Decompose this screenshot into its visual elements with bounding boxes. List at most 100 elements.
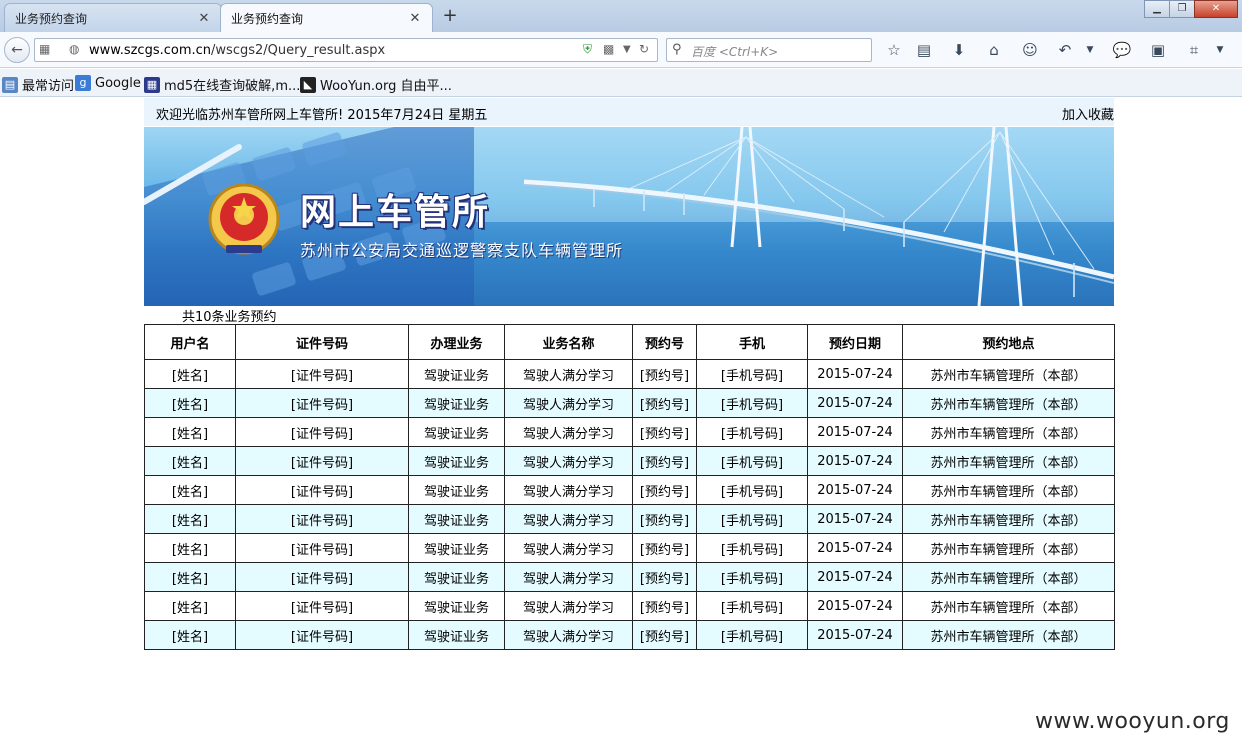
cell-id-number: [证件号码] [235, 591, 409, 621]
new-tab-button[interactable]: + [440, 6, 460, 26]
column-header-date: 预约日期 [807, 324, 903, 360]
table-body: [姓名] [证件号码] 驾驶证业务 驾驶人满分学习 [预约号] [手机号码] 2015-07… [144, 359, 1115, 650]
tab-close-icon[interactable]: ✕ [408, 11, 422, 26]
web-page: 欢迎光临苏州车管所网上车管所! 2015年7月24日 星期五 加入收藏 网上车管… [0, 98, 1242, 734]
table-row: [姓名] [证件号码] 驾驶证业务 驾驶人满分学习 [预约号] [手机号码] 2015-07… [144, 591, 1115, 621]
translate-icon[interactable]: ▣ [1148, 40, 1168, 60]
download-icon[interactable]: ⬇ [949, 40, 969, 60]
cell-username: [姓名] [144, 388, 236, 418]
cell-phone: [手机号码] [696, 417, 808, 447]
banner-artwork [144, 127, 1114, 306]
wooyun-icon: ◣ [300, 76, 316, 93]
cell-date: 2015-07-24 [807, 475, 903, 505]
table-row: [姓名] [证件号码] 驾驶证业务 驾驶人满分学习 [预约号] [手机号码] 2015-07… [144, 417, 1115, 447]
address-bar[interactable]: ▦ ◍ www.szcgs.com.cn/wscgs2/Query_result… [34, 38, 658, 62]
search-placeholder: 百度 <Ctrl+K> [691, 45, 779, 59]
reading-list-icon[interactable]: ▤ [914, 40, 934, 60]
welcome-text: 欢迎光临苏州车管所网上车管所! 2015年7月24日 星期五 [156, 108, 488, 123]
bookmarks-bar: ▤ 最常访问 g Google ▦ md5在线查询破解,m... ◣ WooYu… [0, 69, 1242, 97]
bookmark-label: WooYun.org 自由平... [320, 79, 452, 94]
tab-close-icon[interactable]: ✕ [197, 11, 211, 26]
table-header-row: 用户名 证件号码 办理业务 业务名称 预约号 手机 预约日期 预约地点 [144, 324, 1115, 360]
column-header-location: 预约地点 [902, 324, 1115, 360]
cell-location: 苏州市车辆管理所（本部） [902, 533, 1115, 563]
cell-username: [姓名] [144, 533, 236, 563]
maximize-icon[interactable]: ❐ [1169, 0, 1195, 18]
cell-id-number: [证件号码] [235, 475, 409, 505]
search-icon: ⚲ [672, 42, 682, 57]
url-domain: www.szcgs.com.cn [89, 43, 212, 58]
cell-username: [姓名] [144, 446, 236, 476]
cell-business-type: 驾驶证业务 [408, 446, 505, 476]
cell-business-name: 驾驶人满分学习 [504, 446, 633, 476]
cell-phone: [手机号码] [696, 620, 808, 650]
reload-icon[interactable]: ↻ [639, 42, 649, 56]
result-count: 共10条业务预约 [182, 310, 277, 325]
cell-business-name: 驾驶人满分学习 [504, 475, 633, 505]
table-row: [姓名] [证件号码] 驾驶证业务 驾驶人满分学习 [预约号] [手机号码] 2015-07… [144, 446, 1115, 476]
bookmark-label: md5在线查询破解,m... [164, 79, 301, 94]
smiley-icon[interactable]: ☺ [1020, 40, 1040, 60]
window-close-icon[interactable]: ✕ [1194, 0, 1238, 18]
undo-icon[interactable]: ↶ [1055, 40, 1075, 60]
cell-appointment-number: [预约号] [632, 475, 697, 505]
appointments-table: 用户名 证件号码 办理业务 业务名称 预约号 手机 预约日期 预约地点 [姓名]… [144, 324, 1115, 650]
column-header-username: 用户名 [144, 324, 236, 360]
cell-phone: [手机号码] [696, 504, 808, 534]
tab-title: 业务预约查询 [15, 11, 88, 26]
cell-username: [姓名] [144, 475, 236, 505]
table-row: [姓名] [证件号码] 驾驶证业务 驾驶人满分学习 [预约号] [手机号码] 2015-07… [144, 359, 1115, 389]
watermark: www.wooyun.org [1035, 709, 1230, 734]
cell-date: 2015-07-24 [807, 359, 903, 389]
column-header-business-type: 办理业务 [408, 324, 505, 360]
table-row: [姓名] [证件号码] 驾驶证业务 驾驶人满分学习 [预约号] [手机号码] 2015-07… [144, 620, 1115, 650]
cell-date: 2015-07-24 [807, 533, 903, 563]
cell-appointment-number: [预约号] [632, 417, 697, 447]
cell-location: 苏州市车辆管理所（本部） [902, 446, 1115, 476]
cell-business-name: 驾驶人满分学习 [504, 562, 633, 592]
search-box[interactable]: ⚲ 百度 <Ctrl+K> [666, 38, 872, 62]
cell-appointment-number: [预约号] [632, 446, 697, 476]
crop-icon[interactable]: ⌗ [1184, 40, 1204, 60]
bookmark-google[interactable]: g Google [75, 75, 141, 91]
dropdown-arrow-icon[interactable]: ▼ [1080, 40, 1100, 60]
shield-icon[interactable]: ⛨ [583, 42, 592, 57]
cell-business-name: 驾驶人满分学习 [504, 417, 633, 447]
cell-id-number: [证件号码] [235, 562, 409, 592]
cell-date: 2015-07-24 [807, 446, 903, 476]
dropdown-arrow-icon[interactable]: ▼ [623, 44, 631, 55]
back-arrow-icon[interactable]: ← [4, 37, 30, 63]
md5-icon: ▦ [144, 76, 160, 93]
cell-date: 2015-07-24 [807, 620, 903, 650]
dropdown-arrow-icon[interactable]: ▼ [1210, 40, 1230, 60]
minimize-icon[interactable]: ▁ [1144, 0, 1170, 18]
chat-bubble-icon[interactable]: 💬 [1112, 40, 1132, 60]
welcome-bar: 欢迎光临苏州车管所网上车管所! 2015年7月24日 星期五 加入收藏 [144, 98, 1114, 126]
home-icon[interactable]: ⌂ [984, 40, 1004, 60]
cell-appointment-number: [预约号] [632, 359, 697, 389]
cell-location: 苏州市车辆管理所（本部） [902, 475, 1115, 505]
folder-icon: ▤ [2, 76, 18, 93]
table-row: [姓名] [证件号码] 驾驶证业务 驾驶人满分学习 [预约号] [手机号码] 2015-07… [144, 562, 1115, 592]
qr-code-icon[interactable]: ▩ [603, 42, 614, 56]
browser-tab-2[interactable]: 业务预约查询 ✕ [220, 3, 433, 32]
cell-business-type: 驾驶证业务 [408, 504, 505, 534]
cell-business-name: 驾驶人满分学习 [504, 359, 633, 389]
cell-business-type: 驾驶证业务 [408, 533, 505, 563]
bookmark-star-icon[interactable]: ☆ [884, 40, 904, 60]
cell-business-type: 驾驶证业务 [408, 591, 505, 621]
banner-title: 网上车管所 [300, 191, 491, 233]
bookmark-md5[interactable]: ▦ md5在线查询破解,m... [144, 75, 300, 94]
bookmark-most-visited[interactable]: ▤ 最常访问 [2, 75, 74, 94]
bookmark-wooyun[interactable]: ◣ WooYun.org 自由平... [300, 75, 452, 94]
tab-bar: 业务预约查询 ✕ 业务预约查询 ✕ + ▁ ❐ ✕ [0, 0, 1242, 32]
cell-business-name: 驾驶人满分学习 [504, 620, 633, 650]
cell-appointment-number: [预约号] [632, 591, 697, 621]
add-favorite-link[interactable]: 加入收藏 [1062, 104, 1114, 123]
cell-date: 2015-07-24 [807, 562, 903, 592]
tab-title: 业务预约查询 [231, 11, 304, 26]
history-grid-icon[interactable]: ▦ [39, 42, 50, 56]
browser-tab-1[interactable]: 业务预约查询 ✕ [4, 3, 222, 32]
cell-username: [姓名] [144, 504, 236, 534]
cell-location: 苏州市车辆管理所（本部） [902, 562, 1115, 592]
